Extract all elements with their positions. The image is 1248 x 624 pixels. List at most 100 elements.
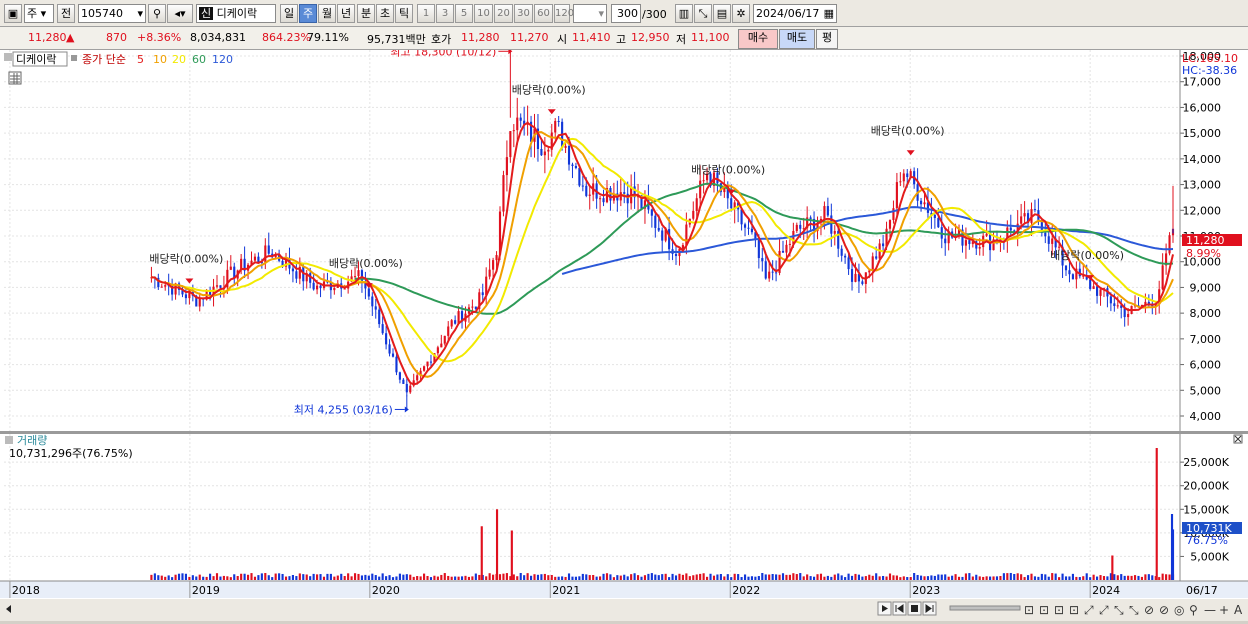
tools-icon[interactable]: ⤡ <box>694 4 712 23</box>
interval-60[interactable]: 60 <box>534 4 553 23</box>
volume-bar <box>816 574 819 580</box>
candle <box>1044 232 1047 237</box>
volume-bar <box>174 574 177 580</box>
panel-splitter[interactable] <box>0 431 1248 434</box>
tab-month[interactable]: 월 <box>318 4 336 23</box>
candle <box>388 344 391 354</box>
volume-bar <box>799 573 802 580</box>
tool-icon[interactable]: A <box>1234 603 1243 617</box>
custom-interval-select[interactable]: ▾ <box>573 4 607 23</box>
chevron-down-icon: ▾ <box>598 7 604 20</box>
candle <box>702 180 705 182</box>
volume-bar <box>1096 576 1099 580</box>
volume-bar <box>626 576 629 580</box>
volume-bar <box>353 573 357 580</box>
tool-icon[interactable]: + <box>1219 603 1229 617</box>
tool-icon[interactable]: ⊘ <box>1159 603 1169 617</box>
volume-bar <box>926 576 930 580</box>
tab-year[interactable]: 년 <box>337 4 355 23</box>
volume-bar <box>588 575 591 580</box>
tool-icon[interactable]: — <box>1204 603 1216 617</box>
candle <box>319 285 322 289</box>
tab-tick[interactable]: 틱 <box>395 4 413 23</box>
volume-bar <box>716 574 719 580</box>
period-type-select[interactable]: 주 ▾ <box>24 4 54 23</box>
price-tick-label: 9,000 <box>1190 281 1222 294</box>
layout-icon[interactable]: ▣ <box>4 4 22 23</box>
tool-icon[interactable]: ⤢ <box>1098 603 1109 617</box>
tool-icon[interactable]: ⤡ <box>1129 603 1139 617</box>
stock-chart[interactable]: 18,00017,00016,00015,00014,00013,00012,0… <box>0 45 1248 621</box>
volume-bar <box>519 572 522 580</box>
volume-bar <box>488 573 491 580</box>
calendar-icon[interactable]: ▦ <box>824 5 834 22</box>
chart-area[interactable]: 18,000 17,000 16,000 15,000 14,000 13,000 12,0… <box>0 45 1248 621</box>
volume-bar <box>516 576 519 580</box>
volume-bar <box>885 576 888 580</box>
candle <box>875 256 878 259</box>
interval-5[interactable]: 5 <box>455 4 473 23</box>
volume-bar <box>229 577 232 580</box>
tool-icon[interactable]: ◎ <box>1174 603 1184 617</box>
candle <box>775 272 778 274</box>
sell-button[interactable]: 매도 <box>779 29 815 49</box>
panel-handle-icon[interactable] <box>5 436 13 444</box>
tool-icon[interactable]: ⊡ <box>1039 603 1049 617</box>
search-icon[interactable]: ⚲ <box>148 4 166 23</box>
volume-bar <box>554 576 557 580</box>
candle-icon[interactable]: ▥ <box>675 4 693 23</box>
volume-bar <box>951 575 954 580</box>
tool-icon[interactable]: ⊡ <box>1024 603 1034 617</box>
volume-bar <box>592 574 595 580</box>
candle <box>557 120 560 122</box>
stock-code-input[interactable]: 105740 ▾ <box>78 4 146 23</box>
eval-button[interactable]: 평 <box>816 29 838 49</box>
tool-icon[interactable]: ⤡ <box>1114 603 1124 617</box>
volume-bar <box>567 573 571 580</box>
tool-icon[interactable]: ⊡ <box>1069 603 1079 617</box>
volume-bar <box>840 575 843 580</box>
change-percent: +8.36% <box>137 31 182 44</box>
panel-handle-icon[interactable] <box>4 53 12 61</box>
tab-minute[interactable]: 분 <box>357 4 375 23</box>
volume-bar <box>775 574 778 580</box>
tab-second[interactable]: 초 <box>376 4 394 23</box>
tool-icon[interactable]: ⊡ <box>1054 603 1064 617</box>
volume-bar <box>1113 574 1116 580</box>
year-label: 2024 <box>1092 584 1120 597</box>
tool-icon[interactable]: ⚲ <box>1189 603 1198 617</box>
scroll-track[interactable] <box>949 605 1021 611</box>
tool-icon[interactable]: ⤢ <box>1083 603 1094 617</box>
legend-handle-icon <box>71 55 77 61</box>
tab-day[interactable]: 일 <box>280 4 298 23</box>
candle <box>353 276 357 278</box>
interval-1[interactable]: 1 <box>417 4 435 23</box>
gear-icon[interactable]: ✲ <box>732 4 750 23</box>
interval-20[interactable]: 20 <box>494 4 513 23</box>
prev-button[interactable]: 전 <box>57 4 75 23</box>
interval-10[interactable]: 10 <box>474 4 493 23</box>
volume-bar <box>723 576 726 580</box>
count-input[interactable]: 300 <box>611 4 641 23</box>
interval-3[interactable]: 3 <box>436 4 454 23</box>
date-input[interactable]: 2024/06/17 ▦ <box>753 4 837 23</box>
tab-week[interactable]: 주 <box>299 4 317 23</box>
candle <box>267 245 270 254</box>
volume-bar <box>595 576 598 580</box>
interval-120[interactable]: 120 <box>554 4 574 23</box>
tool-icon[interactable]: ⊘ <box>1144 603 1154 617</box>
sound-icon[interactable]: ◂▾ <box>167 4 193 23</box>
volume-bar <box>291 574 294 580</box>
dividend-label: 배당락(0.00%) <box>1050 249 1124 262</box>
volume-bar <box>181 573 184 580</box>
low-label: 저 <box>676 33 687 46</box>
candle <box>440 343 443 348</box>
buy-button[interactable]: 매수 <box>738 29 778 49</box>
price-tick-label: 7,000 <box>1190 333 1222 346</box>
volume-bar <box>933 575 936 580</box>
volume-bar <box>999 575 1002 580</box>
save-icon[interactable]: ▤ <box>713 4 731 23</box>
interval-30[interactable]: 30 <box>514 4 533 23</box>
stock-name-field[interactable]: 신 디케이락 <box>196 4 276 23</box>
volume-bar <box>1158 577 1161 580</box>
